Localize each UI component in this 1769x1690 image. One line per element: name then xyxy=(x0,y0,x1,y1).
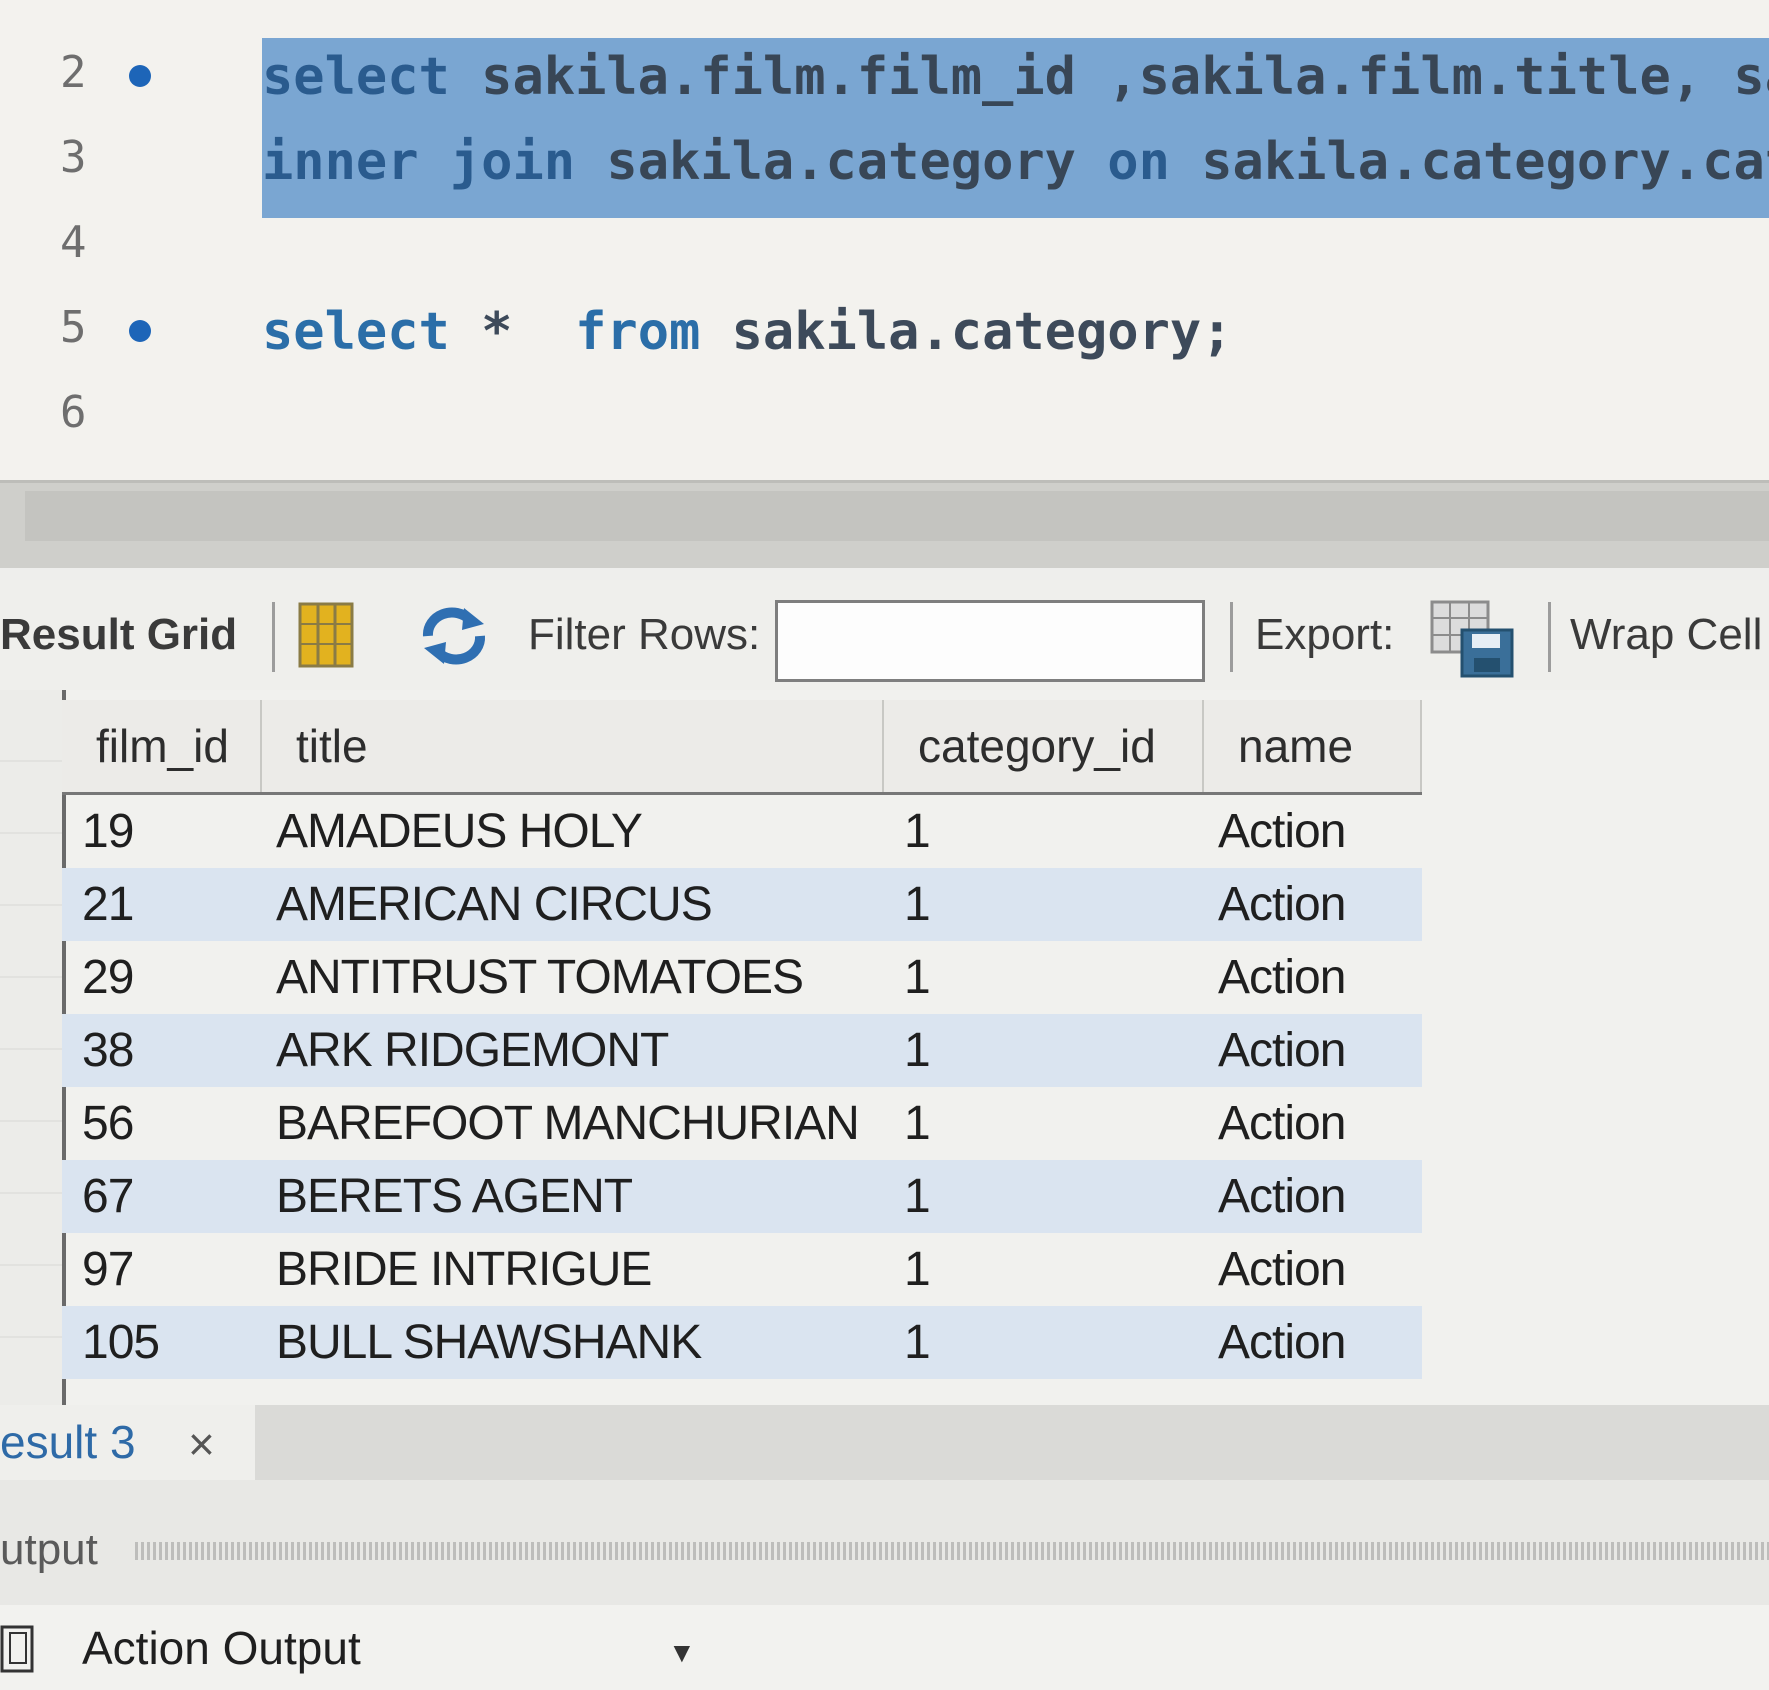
code-text: select sakila.film.film_id ,sakila.film.… xyxy=(262,47,1769,107)
result-tab-strip: esult 3 × xyxy=(0,1405,1769,1480)
refresh-icon[interactable] xyxy=(418,606,490,666)
cell-film-id[interactable]: 29 xyxy=(62,941,262,1014)
chevron-down-icon[interactable]: ▼ xyxy=(668,1637,696,1669)
column-header-title[interactable]: title xyxy=(262,700,884,792)
table-row[interactable]: 38 ARK RIDGEMONT 1 Action xyxy=(62,1014,1422,1087)
close-icon[interactable]: × xyxy=(188,1417,215,1471)
export-label: Export: xyxy=(1255,610,1395,659)
sql-editor[interactable]: 2 select sakila.film.film_id ,sakila.film… xyxy=(0,0,1769,480)
table-row[interactable]: 56 BAREFOOT MANCHURIAN 1 Action xyxy=(62,1087,1422,1160)
sql-text: * xyxy=(449,302,576,362)
sql-text: sakila.category.cat xyxy=(1169,132,1769,192)
cell-title[interactable]: AMERICAN CIRCUS xyxy=(262,868,884,941)
cell-name[interactable]: Action xyxy=(1204,1014,1422,1087)
line-number: 2 xyxy=(60,47,87,98)
statement-marker-icon xyxy=(129,320,151,342)
toolbar-separator xyxy=(1548,602,1551,672)
result-grid-label[interactable]: Result Grid xyxy=(0,610,237,660)
code-line[interactable]: 6 xyxy=(0,365,1769,455)
statement-marker-icon xyxy=(129,65,151,87)
cell-name[interactable]: Action xyxy=(1204,941,1422,1014)
cell-film-id[interactable]: 105 xyxy=(62,1306,262,1379)
cell-film-id[interactable]: 21 xyxy=(62,868,262,941)
result-toolbar: Result Grid Filter Rows: Export: Wrap Ce… xyxy=(0,580,1769,690)
row-selector-gutter[interactable] xyxy=(0,690,66,1405)
action-output-select[interactable]: Action Output xyxy=(82,1621,361,1675)
cell-category-id[interactable]: 1 xyxy=(884,868,1204,941)
code-text: select * from sakila.category; xyxy=(262,302,1233,362)
table-row[interactable]: 21 AMERICAN CIRCUS 1 Action xyxy=(62,868,1422,941)
cell-category-id[interactable]: 1 xyxy=(884,1306,1204,1379)
wrap-cell-label[interactable]: Wrap Cell xyxy=(1570,610,1762,660)
cell-category-id[interactable]: 1 xyxy=(884,1233,1204,1306)
output-resize-grip[interactable] xyxy=(135,1542,1769,1560)
filter-rows-label: Filter Rows: xyxy=(528,610,761,659)
cell-name[interactable]: Action xyxy=(1204,795,1422,868)
column-header-name[interactable]: name xyxy=(1204,700,1422,792)
cell-film-id[interactable]: 38 xyxy=(62,1014,262,1087)
sql-keyword: select xyxy=(262,47,450,107)
code-line[interactable]: 4 xyxy=(0,195,1769,285)
action-output-bar: Action Output ▼ xyxy=(0,1605,1769,1690)
grid-header: film_id title category_id name xyxy=(62,700,1422,795)
cell-title[interactable]: ANTITRUST TOMATOES xyxy=(262,941,884,1014)
table-row[interactable]: 97 BRIDE INTRIGUE 1 Action xyxy=(62,1233,1422,1306)
table-row[interactable]: 105 BULL SHAWSHANK 1 Action xyxy=(62,1306,1422,1379)
cell-title[interactable]: BAREFOOT MANCHURIAN xyxy=(262,1087,884,1160)
cell-film-id[interactable]: 19 xyxy=(62,795,262,868)
table-row[interactable]: 67 BERETS AGENT 1 Action xyxy=(62,1160,1422,1233)
table-row[interactable]: 29 ANTITRUST TOMATOES 1 Action xyxy=(62,941,1422,1014)
output-label: utput xyxy=(0,1525,98,1574)
result-tab-label: esult 3 xyxy=(0,1416,136,1468)
cell-name[interactable]: Action xyxy=(1204,1087,1422,1160)
output-pane-icon xyxy=(0,1625,34,1673)
line-number: 5 xyxy=(60,302,87,353)
sql-keyword: inner join xyxy=(262,132,576,192)
sql-text: sakila.category xyxy=(575,132,1108,192)
cell-title[interactable]: BULL SHAWSHANK xyxy=(262,1306,884,1379)
column-header-film-id[interactable]: film_id xyxy=(62,700,262,792)
splitter-band xyxy=(25,491,1769,541)
cell-name[interactable]: Action xyxy=(1204,1306,1422,1379)
cell-category-id[interactable]: 1 xyxy=(884,1014,1204,1087)
line-number: 6 xyxy=(60,387,87,438)
result-grid[interactable]: film_id title category_id name 19 AMADEUS… xyxy=(0,690,1769,1405)
output-panel-header: utput xyxy=(0,1480,1769,1605)
code-line[interactable]: 5 select * from sakila.category; xyxy=(0,280,1769,370)
toolbar-separator xyxy=(1230,602,1233,672)
cell-film-id[interactable]: 56 xyxy=(62,1087,262,1160)
line-number: 3 xyxy=(60,132,87,183)
cell-name[interactable]: Action xyxy=(1204,868,1422,941)
sql-keyword: select xyxy=(262,302,450,362)
cell-film-id[interactable]: 97 xyxy=(62,1233,262,1306)
export-icon[interactable] xyxy=(1430,600,1516,680)
grid-body: 19 AMADEUS HOLY 1 Action 21 AMERICAN CIRCUS 1 A… xyxy=(62,795,1422,1379)
cell-name[interactable]: Action xyxy=(1204,1160,1422,1233)
cell-film-id[interactable]: 67 xyxy=(62,1160,262,1233)
cell-title[interactable]: ARK RIDGEMONT xyxy=(262,1014,884,1087)
cell-title[interactable]: BRIDE INTRIGUE xyxy=(262,1233,884,1306)
sql-keyword: from xyxy=(575,302,701,362)
cell-title[interactable]: BERETS AGENT xyxy=(262,1160,884,1233)
grid-view-icon[interactable] xyxy=(298,602,354,668)
tab-result-3[interactable]: esult 3 × xyxy=(0,1405,255,1480)
cell-category-id[interactable]: 1 xyxy=(884,1087,1204,1160)
cell-category-id[interactable]: 1 xyxy=(884,795,1204,868)
table-row[interactable]: 19 AMADEUS HOLY 1 Action xyxy=(62,795,1422,868)
cell-category-id[interactable]: 1 xyxy=(884,1160,1204,1233)
editor-results-splitter[interactable] xyxy=(0,480,1769,568)
sql-text: sakila.category; xyxy=(700,302,1233,362)
cell-title[interactable]: AMADEUS HOLY xyxy=(262,795,884,868)
column-header-category-id[interactable]: category_id xyxy=(884,700,1204,792)
cell-name[interactable]: Action xyxy=(1204,1233,1422,1306)
code-line[interactable]: 2 select sakila.film.film_id ,sakila.film… xyxy=(0,25,1769,115)
cell-category-id[interactable]: 1 xyxy=(884,941,1204,1014)
sql-text: sakila.film.film_id ,sakila.film.title, … xyxy=(449,47,1769,107)
line-number: 4 xyxy=(60,217,87,268)
filter-rows-input[interactable] xyxy=(775,600,1205,682)
toolbar-separator xyxy=(272,602,275,672)
code-line[interactable]: 3 inner join sakila.category on sakila.ca… xyxy=(0,110,1769,200)
sql-keyword: on xyxy=(1107,132,1170,192)
code-text: inner join sakila.category on sakila.cat… xyxy=(262,132,1769,192)
